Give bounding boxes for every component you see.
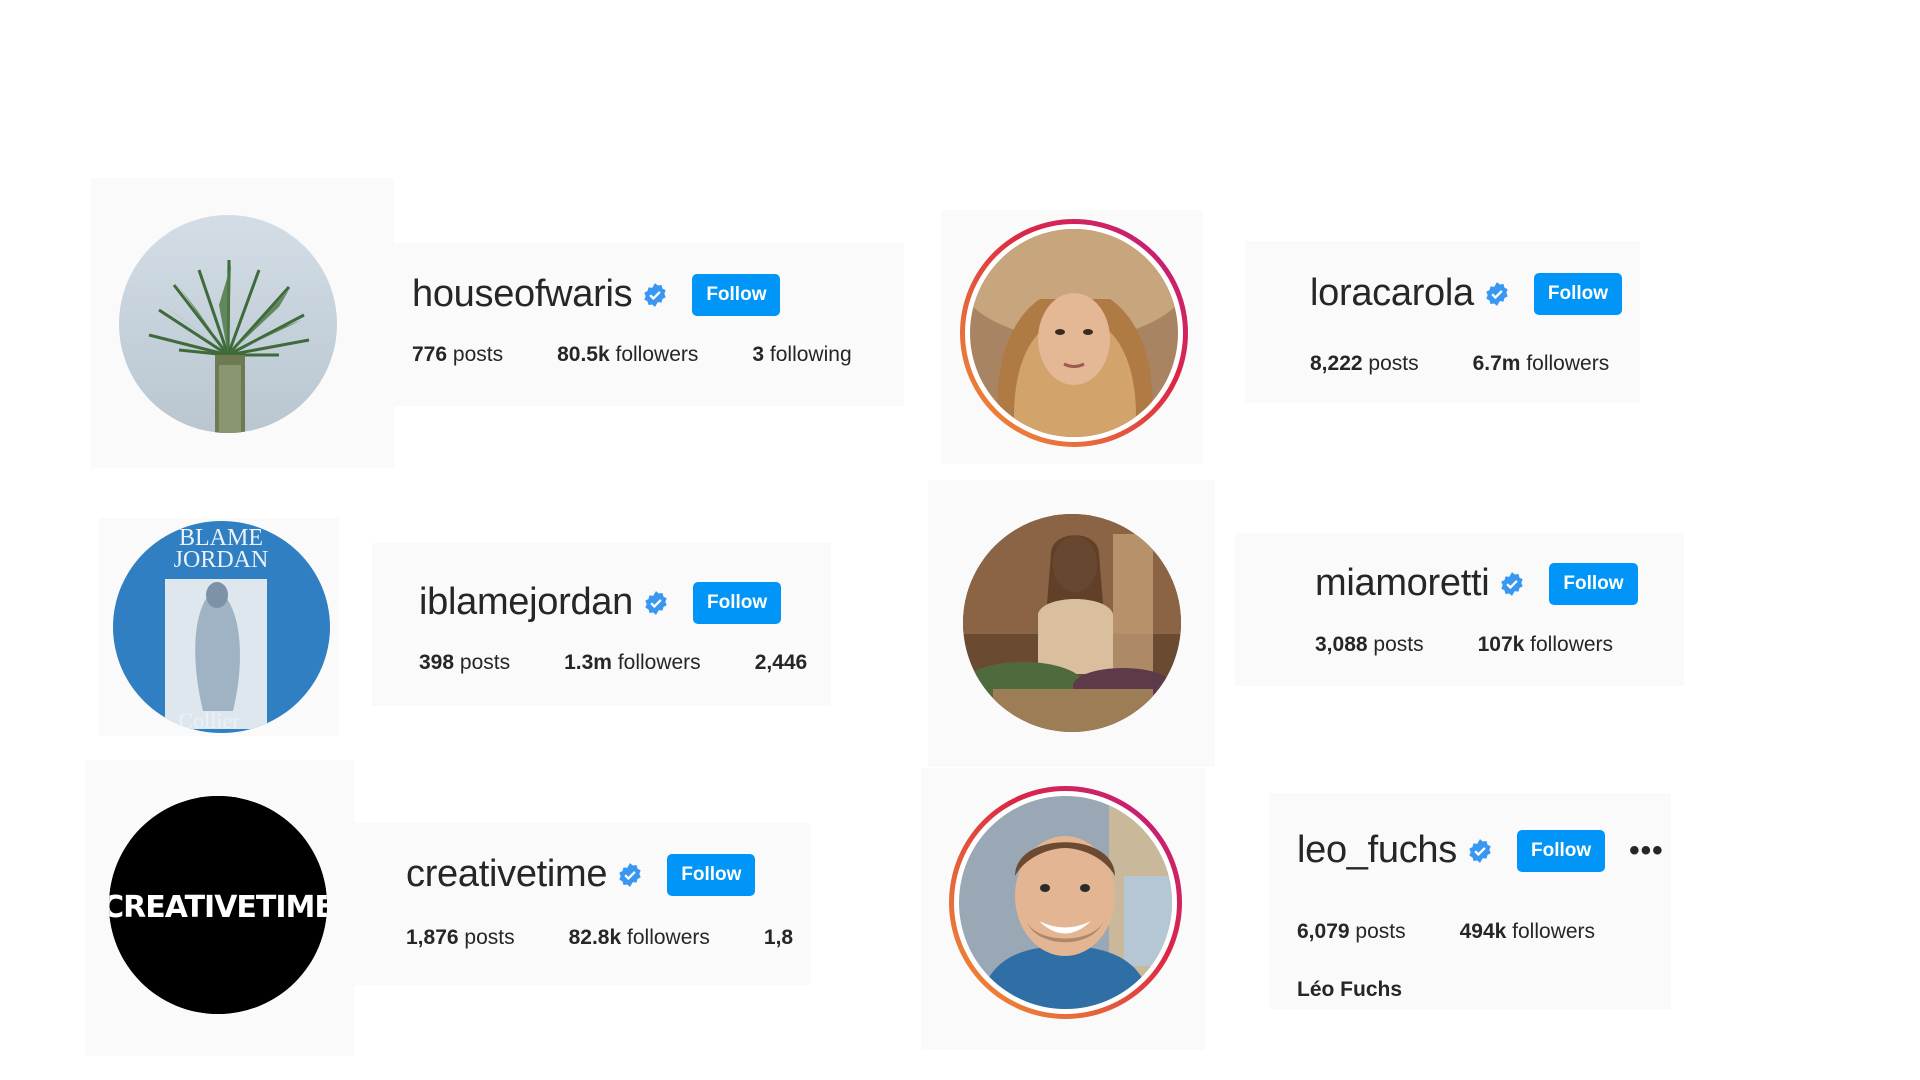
- follow-button[interactable]: Follow: [667, 853, 756, 896]
- avatar-iblamejordan[interactable]: BLAME JORDAN Collier: [113, 521, 330, 733]
- avatar-houseofwaris[interactable]: [119, 215, 337, 433]
- avatar-miamoretti[interactable]: [963, 514, 1181, 732]
- posts-count[interactable]: 3,088 posts: [1315, 633, 1424, 657]
- avatar-leo_fuchs[interactable]: [949, 786, 1182, 1019]
- verified-badge-icon: [644, 282, 667, 307]
- followers-count[interactable]: 107k followers: [1478, 633, 1613, 657]
- follow-button[interactable]: Follow: [1549, 562, 1638, 605]
- smiling-man-photo: [959, 796, 1172, 1009]
- followers-count[interactable]: 80.5k followers: [557, 343, 698, 367]
- verified-badge-icon: [1469, 838, 1491, 863]
- followers-count[interactable]: 82.8k followers: [569, 926, 710, 950]
- username[interactable]: loracarola: [1310, 272, 1474, 315]
- profile-info-iblamejordan: iblamejordan Follow 398 posts 1.3m follo…: [372, 543, 831, 706]
- profile-info-miamoretti: miamoretti Follow 3,088 posts 107k follo…: [1235, 533, 1684, 686]
- profile-info-creativetime: creativetime Follow 1,876 posts 82.8k fo…: [354, 823, 811, 985]
- username[interactable]: leo_fuchs: [1297, 829, 1457, 872]
- follow-button[interactable]: Follow: [1533, 272, 1623, 315]
- following-count[interactable]: 2,446: [755, 651, 808, 675]
- posts-count[interactable]: 776 posts: [412, 343, 503, 367]
- avatar-loracarola[interactable]: [960, 219, 1188, 447]
- blame-jordan-book-cover: BLAME JORDAN Collier: [113, 521, 330, 733]
- follow-button[interactable]: Follow: [1516, 829, 1606, 872]
- username[interactable]: miamoretti: [1315, 562, 1490, 605]
- profile-info-loracarola: loracarola Follow 8,222 posts 6.7m follo…: [1245, 241, 1640, 403]
- followers-count[interactable]: 494k followers: [1460, 920, 1595, 944]
- posts-count[interactable]: 1,876 posts: [406, 926, 515, 950]
- username[interactable]: houseofwaris: [412, 273, 633, 316]
- creativetime-logo: CREATIVETIME: [109, 796, 327, 1014]
- posts-count[interactable]: 8,222 posts: [1310, 352, 1419, 376]
- avatar-text-top2: JORDAN: [174, 547, 269, 573]
- logo-text: CREATIVETIME: [109, 890, 327, 925]
- username[interactable]: creativetime: [406, 853, 608, 896]
- username[interactable]: iblamejordan: [419, 581, 633, 624]
- following-count[interactable]: 3 following: [752, 343, 851, 367]
- followers-count[interactable]: 1.3m followers: [564, 651, 701, 675]
- woman-with-plants-photo: [963, 514, 1181, 732]
- woman-straw-hat-photo: [970, 229, 1178, 437]
- posts-count[interactable]: 6,079 posts: [1297, 920, 1406, 944]
- more-options-icon[interactable]: •••: [1629, 835, 1664, 866]
- verified-badge-icon: [1501, 571, 1524, 596]
- verified-badge-icon: [1486, 281, 1508, 306]
- full-name: Léo Fuchs: [1297, 978, 1403, 1001]
- palm-tree-photo: [119, 215, 337, 433]
- verified-badge-icon: [645, 590, 667, 615]
- avatar-creativetime[interactable]: CREATIVETIME: [109, 796, 327, 1014]
- followers-count[interactable]: 6.7m followers: [1473, 352, 1610, 376]
- posts-count[interactable]: 398 posts: [419, 651, 510, 675]
- follow-button[interactable]: Follow: [692, 273, 781, 316]
- profile-info-leo_fuchs: leo_fuchs Follow ••• 6,079 posts 494k fo…: [1269, 793, 1671, 1009]
- verified-badge-icon: [619, 862, 641, 887]
- following-count[interactable]: 1,8: [764, 926, 793, 950]
- follow-button[interactable]: Follow: [692, 581, 782, 624]
- profile-info-houseofwaris: houseofwaris Follow 776 posts 80.5k foll…: [394, 243, 904, 406]
